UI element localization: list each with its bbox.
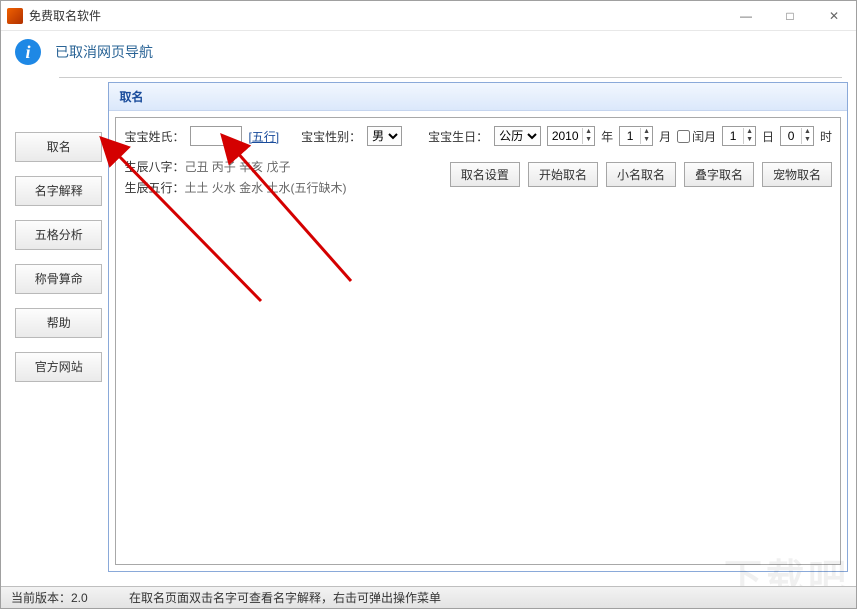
version-text: 当前版本：2.0 <box>11 589 129 606</box>
reduplicated-button[interactable]: 叠字取名 <box>684 162 754 187</box>
bazi-value: 己丑 丙子 辛亥 戊子 <box>184 160 290 174</box>
gender-label: 宝宝性别： <box>301 128 361 145</box>
leap-label: 闰月 <box>692 128 716 145</box>
up-icon[interactable]: ▲ <box>640 128 652 136</box>
hour-input[interactable] <box>781 127 801 145</box>
divider <box>59 77 842 78</box>
down-icon[interactable]: ▼ <box>640 136 652 144</box>
sidebar-item-label: 称骨算命 <box>35 272 83 286</box>
wuxing-label: 生辰五行： <box>124 181 184 195</box>
window-title: 免费取名软件 <box>29 7 724 24</box>
button-label: 叠字取名 <box>695 168 743 182</box>
status-hint: 在取名页面双击名字可查看名字解释，右击可弹出操作菜单 <box>129 589 441 606</box>
title-bar: 免费取名软件 — □ ✕ <box>1 1 856 31</box>
sidebar-item-website[interactable]: 官方网站 <box>15 352 102 382</box>
sidebar-item-help[interactable]: 帮助 <box>15 308 102 338</box>
button-label: 取名设置 <box>461 168 509 182</box>
sidebar-item-label: 官方网站 <box>35 360 83 374</box>
panel-title: 取名 <box>109 83 847 111</box>
pet-naming-button[interactable]: 宠物取名 <box>762 162 832 187</box>
day-input[interactable] <box>723 127 743 145</box>
sidebar-item-label: 帮助 <box>47 316 71 330</box>
leap-month-checkbox[interactable]: 闰月 <box>677 128 716 145</box>
sidebar-item-explain[interactable]: 名字解释 <box>15 176 102 206</box>
month-spinner[interactable]: ▲▼ <box>619 126 653 146</box>
month-input[interactable] <box>620 127 640 145</box>
down-icon[interactable]: ▼ <box>582 136 594 144</box>
sidebar-item-naming[interactable]: 取名 <box>15 132 102 162</box>
bazi-label: 生辰八字： <box>124 160 184 174</box>
minimize-button[interactable]: — <box>724 2 768 30</box>
day-spinner[interactable]: ▲▼ <box>722 126 756 146</box>
calendar-select[interactable]: 公历 <box>494 126 541 146</box>
nickname-button[interactable]: 小名取名 <box>606 162 676 187</box>
sidebar-item-label: 取名 <box>47 140 71 154</box>
close-button[interactable]: ✕ <box>812 2 856 30</box>
birth-label: 宝宝生日： <box>428 128 488 145</box>
panel-inner: 宝宝姓氏： [五行] 宝宝性别： 男 宝宝生日： 公历 ▲▼ 年 ▲▼ 月 闰月… <box>115 117 841 565</box>
sidebar-item-label: 名字解释 <box>35 184 83 198</box>
maximize-button[interactable]: □ <box>768 2 812 30</box>
day-suffix: 日 <box>762 128 774 145</box>
month-suffix: 月 <box>659 128 671 145</box>
form-row: 宝宝姓氏： [五行] 宝宝性别： 男 宝宝生日： 公历 ▲▼ 年 ▲▼ 月 闰月… <box>124 126 832 146</box>
year-spinner[interactable]: ▲▼ <box>547 126 595 146</box>
wuxing-value: 土土 火水 金水 土水(五行缺木) <box>184 181 346 195</box>
year-input[interactable] <box>548 127 582 145</box>
surname-input[interactable] <box>190 126 242 146</box>
leap-checkbox-input[interactable] <box>677 130 690 143</box>
app-icon <box>7 8 23 24</box>
status-bar: 当前版本：2.0 在取名页面双击名字可查看名字解释，右击可弹出操作菜单 <box>1 586 856 608</box>
up-icon[interactable]: ▲ <box>582 128 594 136</box>
up-icon[interactable]: ▲ <box>801 128 813 136</box>
gender-select[interactable]: 男 <box>367 126 402 146</box>
action-row: 取名设置 开始取名 小名取名 叠字取名 宠物取名 <box>450 162 832 187</box>
hour-suffix: 时 <box>820 128 832 145</box>
sidebar-item-wuge[interactable]: 五格分析 <box>15 220 102 250</box>
hour-spinner[interactable]: ▲▼ <box>780 126 814 146</box>
info-text: 已取消网页导航 <box>55 42 153 62</box>
start-naming-button[interactable]: 开始取名 <box>528 162 598 187</box>
down-icon[interactable]: ▼ <box>743 136 755 144</box>
up-icon[interactable]: ▲ <box>743 128 755 136</box>
button-label: 开始取名 <box>539 168 587 182</box>
button-label: 小名取名 <box>617 168 665 182</box>
main-panel: 取名 宝宝姓氏： [五行] 宝宝性别： 男 宝宝生日： 公历 ▲▼ 年 ▲▼ 月… <box>108 82 848 572</box>
surname-label: 宝宝姓氏： <box>124 128 184 145</box>
settings-button[interactable]: 取名设置 <box>450 162 520 187</box>
year-suffix: 年 <box>601 128 613 145</box>
sidebar-item-label: 五格分析 <box>35 228 83 242</box>
wuxing-link[interactable]: [五行] <box>248 128 279 145</box>
info-strip: i 已取消网页导航 <box>1 31 856 77</box>
sidebar-item-chenggu[interactable]: 称骨算命 <box>15 264 102 294</box>
button-label: 宠物取名 <box>773 168 821 182</box>
sidebar: 取名 名字解释 五格分析 称骨算命 帮助 官方网站 <box>15 82 102 572</box>
info-icon: i <box>15 39 41 65</box>
down-icon[interactable]: ▼ <box>801 136 813 144</box>
